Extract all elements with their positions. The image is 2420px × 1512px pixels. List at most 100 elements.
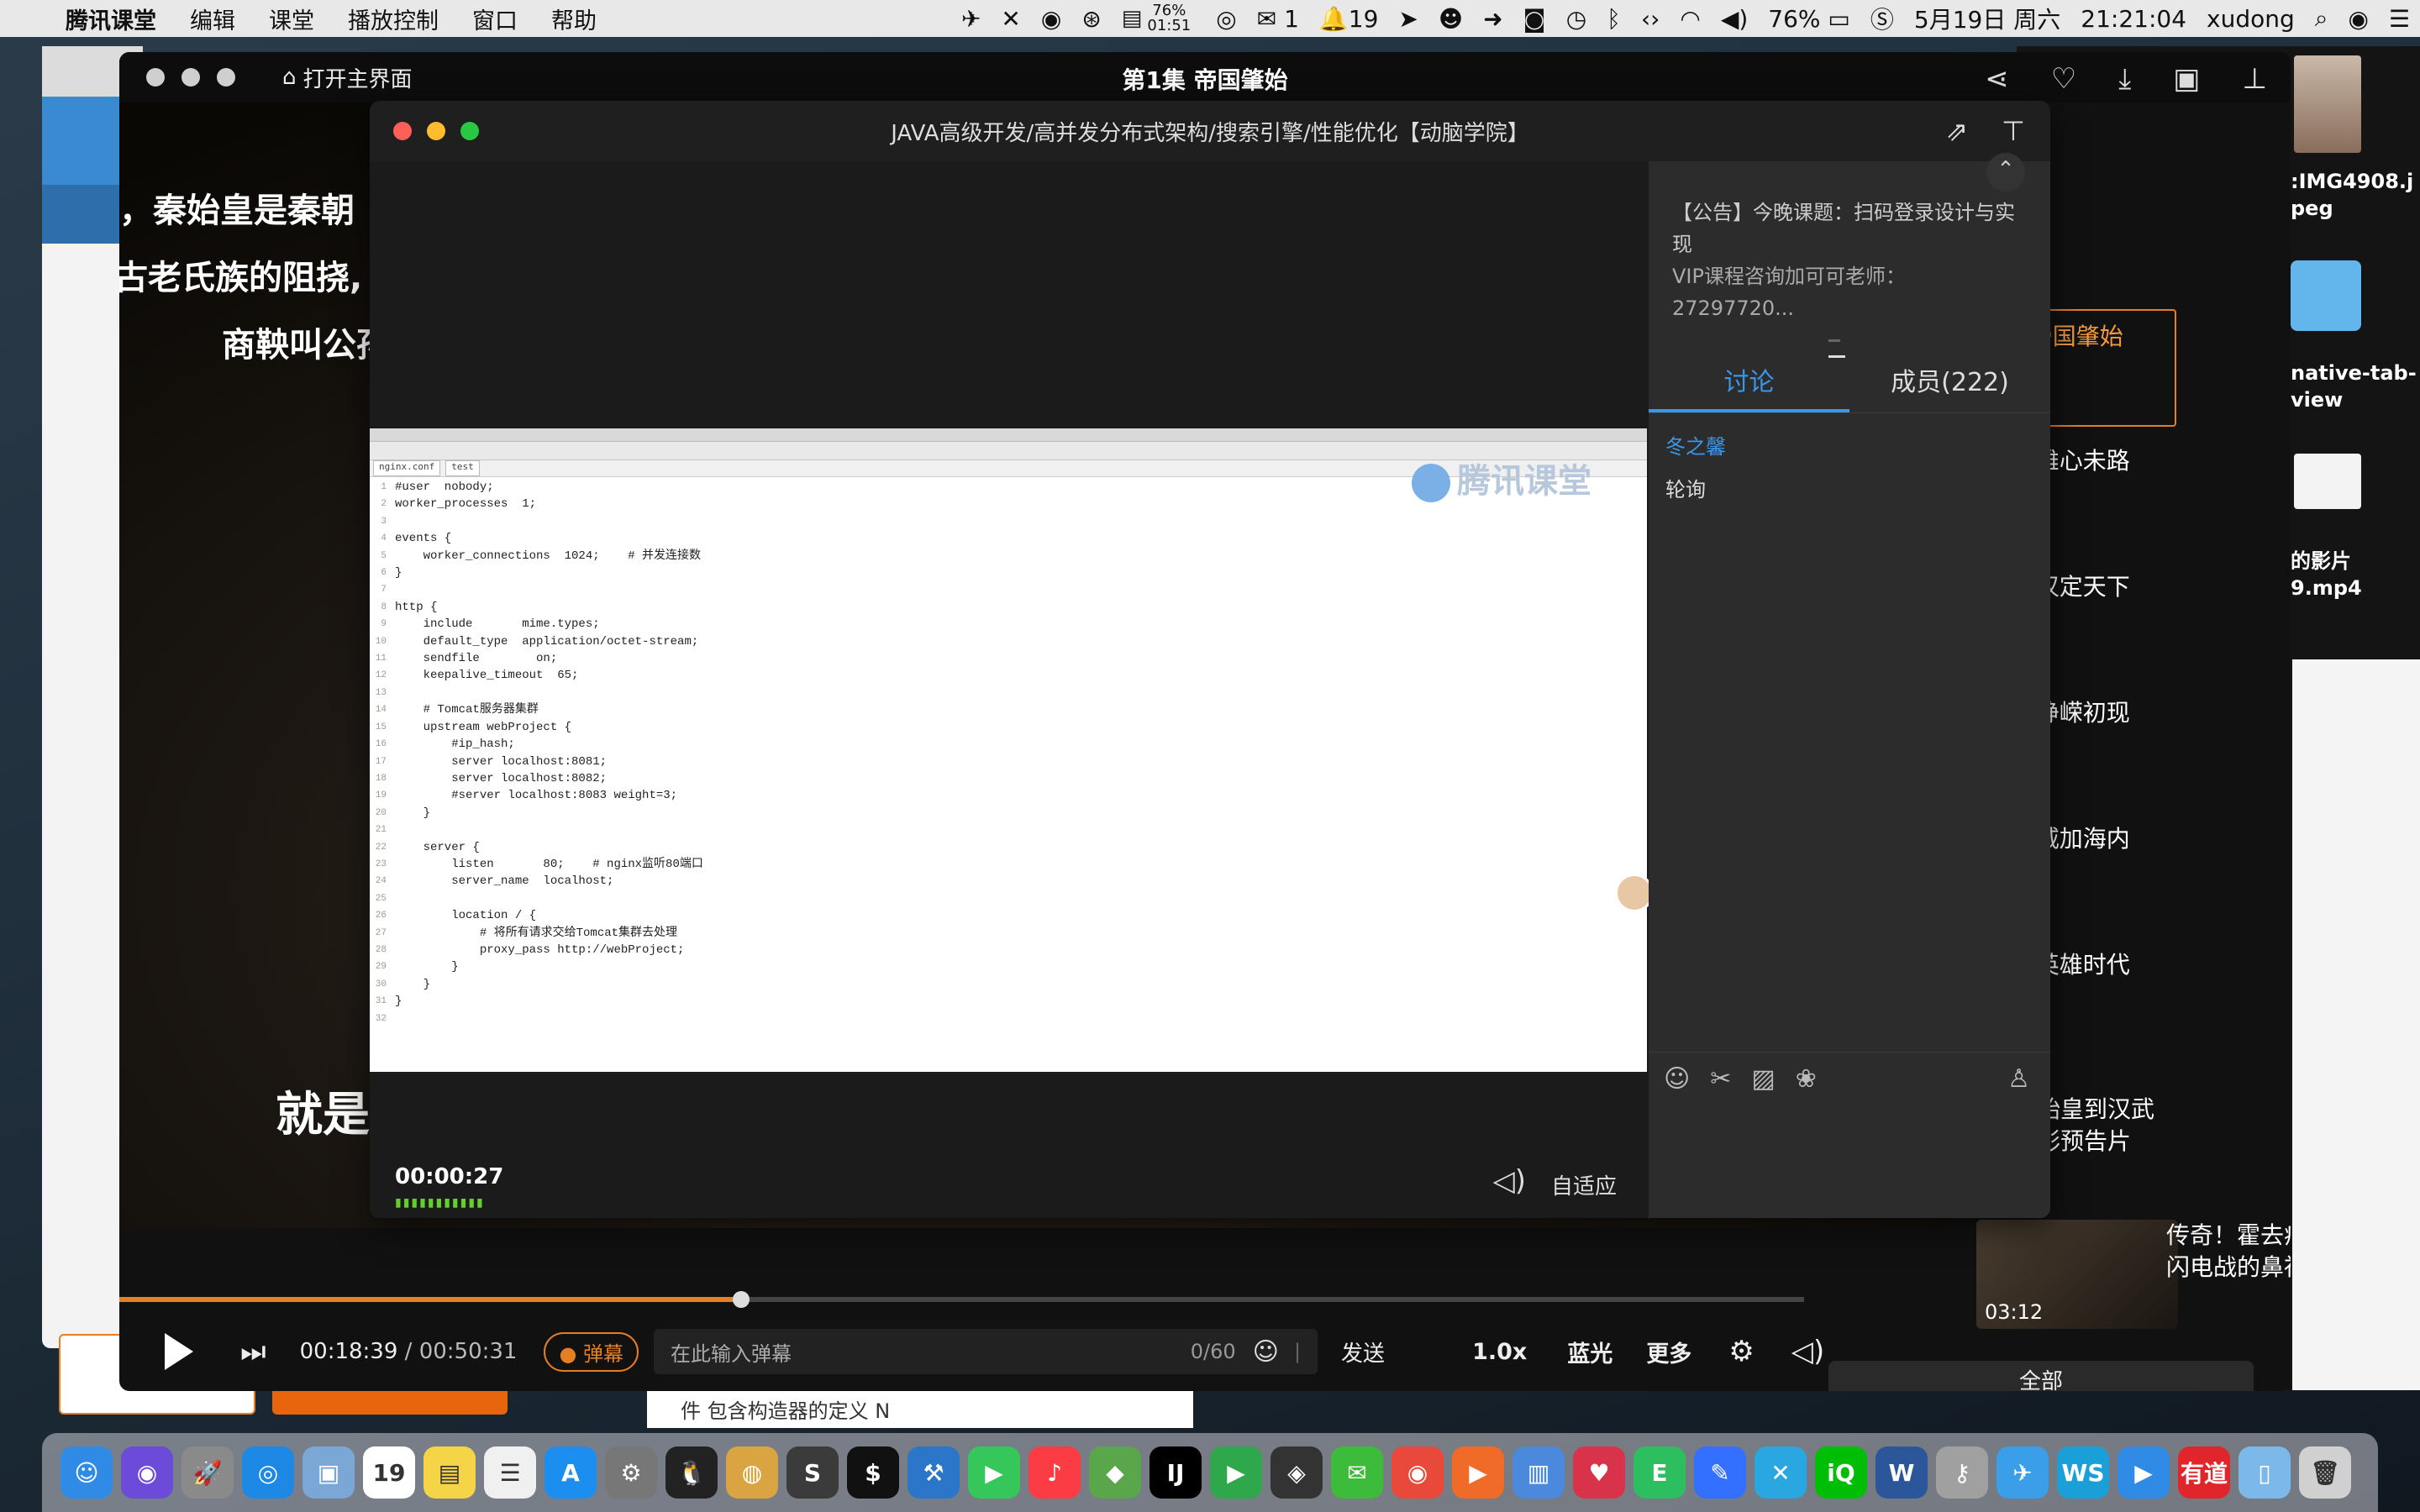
all-episodes-button[interactable]: 全部: [1828, 1361, 2254, 1391]
flower-icon[interactable]: ❀: [1796, 1064, 1817, 1094]
pin-icon[interactable]: ⊥: [2242, 62, 2267, 96]
user-name[interactable]: xudong: [2196, 5, 2305, 33]
live-video-player[interactable]: nginx.conf test 1 #user nobody; 2 worker_pr…: [370, 161, 1649, 1218]
volume-icon[interactable]: ◀): [1711, 5, 1758, 33]
dock-notes-icon[interactable]: ▤: [424, 1446, 476, 1499]
profile-icon[interactable]: ♙: [2007, 1064, 2030, 1094]
dock-feishu-icon[interactable]: ✎: [1694, 1446, 1746, 1499]
pin-window-icon[interactable]: ⊤: [2002, 115, 2025, 147]
dock-word-icon[interactable]: W: [1876, 1446, 1928, 1499]
dock-launchpad-icon[interactable]: 🚀: [182, 1446, 234, 1499]
emoji-icon[interactable]: ☺: [1664, 1064, 1690, 1094]
dock-sublime-icon[interactable]: S: [786, 1446, 839, 1499]
dock-xmind-icon[interactable]: ✕: [1754, 1446, 1807, 1499]
share-out-icon[interactable]: ⇗: [1945, 115, 1968, 147]
desktop-video-thumbnail[interactable]: [2294, 454, 2361, 509]
dock-qq-icon[interactable]: 🐧: [666, 1446, 718, 1499]
dock-terminal-icon[interactable]: $: [847, 1446, 899, 1499]
dock-xcode-icon[interactable]: ⚒: [908, 1446, 960, 1499]
dock-infuse-icon[interactable]: ▶: [1210, 1446, 1262, 1499]
menu-help[interactable]: 帮助: [534, 3, 613, 35]
face-icon[interactable]: ☻: [1428, 5, 1473, 33]
s-icon[interactable]: Ⓢ: [1860, 2, 1904, 35]
download-icon[interactable]: ⤓: [2118, 62, 2131, 96]
notification-center-icon[interactable]: ☰: [2379, 5, 2420, 33]
arrow-icon[interactable]: ➜: [1473, 5, 1512, 33]
qq-bell-icon[interactable]: 🔔19: [1309, 5, 1389, 33]
xcode-status-icon[interactable]: ✕: [991, 5, 1030, 33]
dock-tencent-class-icon[interactable]: ▶: [2118, 1446, 2170, 1499]
siri-icon[interactable]: ◉: [2338, 5, 2378, 33]
bird-icon[interactable]: ✈: [951, 5, 991, 33]
desktop-file-label[interactable]: :IMG4908.j peg: [2291, 168, 2413, 222]
menu-app-name[interactable]: 腾讯课堂: [49, 3, 173, 35]
dock-airmail-icon[interactable]: ✈: [1996, 1446, 2049, 1499]
dock-facetime-icon[interactable]: ▶: [968, 1446, 1020, 1499]
wechat-status-icon[interactable]: ✉ 1: [1247, 5, 1309, 33]
battery-status[interactable]: 76% ▭: [1758, 5, 1860, 33]
menu-edit[interactable]: 编辑: [173, 3, 252, 35]
dock-keychain-icon[interactable]: ⚷: [1936, 1446, 1988, 1499]
announcement-pager[interactable]: [1828, 329, 1862, 358]
evernote-status-icon[interactable]: ⊛: [1071, 5, 1111, 33]
dock-webstorm-icon[interactable]: WS: [2057, 1446, 2109, 1499]
fit-mode-button[interactable]: 自适应: [1551, 1169, 1617, 1200]
tab-discussion[interactable]: 讨论: [1649, 353, 1849, 412]
record-icon[interactable]: ◉: [1031, 5, 1071, 33]
menu-window[interactable]: 窗口: [455, 3, 534, 35]
menu-class[interactable]: 课堂: [252, 3, 331, 35]
dock-wechat-icon[interactable]: ✉: [1331, 1446, 1383, 1499]
time-machine-icon[interactable]: ◷: [1556, 5, 1597, 33]
dock-evernote-icon[interactable]: E: [1634, 1446, 1686, 1499]
dock-downloads-icon[interactable]: ▯: [2238, 1446, 2291, 1499]
bluetooth-icon[interactable]: ᛒ: [1597, 5, 1631, 33]
dock-reminders-icon[interactable]: ☰: [484, 1446, 536, 1499]
dock-youdao-icon[interactable]: 有道: [2178, 1446, 2230, 1499]
volume-speaker-icon[interactable]: ◁): [1791, 1335, 1824, 1368]
favorite-icon[interactable]: ♡: [2051, 62, 2076, 96]
dock-preview-icon[interactable]: ▣: [302, 1446, 355, 1499]
image-icon[interactable]: ▨: [1751, 1064, 1775, 1094]
danmu-input[interactable]: 在此输入弹幕 0/60 ☺ |: [654, 1329, 1318, 1374]
more-button[interactable]: 更多: [1646, 1336, 1691, 1368]
dock-trash-icon[interactable]: 🗑: [2299, 1446, 2351, 1499]
dock-sequel-icon[interactable]: ◍: [726, 1446, 778, 1499]
desktop-folder-icon[interactable]: [2291, 260, 2361, 331]
dock-tencent-video-icon[interactable]: ▶: [1452, 1446, 1504, 1499]
scissors-icon[interactable]: ✂: [1710, 1064, 1731, 1094]
dock-music-icon[interactable]: ♪: [1028, 1446, 1081, 1499]
chat-username[interactable]: 冬之馨: [1665, 430, 1726, 459]
speed-button[interactable]: 1.0x: [1472, 1339, 1527, 1365]
desktop-image-thumbnail[interactable]: [2294, 55, 2361, 153]
dock-android-icon[interactable]: ◆: [1089, 1446, 1141, 1499]
dock-safari-icon[interactable]: ◎: [242, 1446, 294, 1499]
dock-calendar-icon[interactable]: 19: [363, 1446, 415, 1499]
dock-siri-icon[interactable]: ◉: [121, 1446, 173, 1499]
dock-finder-icon[interactable]: ☺: [60, 1446, 113, 1499]
emoji-icon[interactable]: ☺: [1253, 1337, 1279, 1367]
dock-appstore-icon[interactable]: A: [544, 1446, 597, 1499]
cpu-monitor[interactable]: ▤ 76% 01:51: [1112, 3, 1206, 34]
dock-finder2-icon[interactable]: ▥: [1512, 1446, 1565, 1499]
dock-iqiyi-icon[interactable]: iQ: [1815, 1446, 1867, 1499]
mic-icon[interactable]: ◙: [1513, 5, 1556, 33]
date-label[interactable]: 5月19日 周六: [1904, 2, 2070, 35]
send-danmu-button[interactable]: 发送: [1341, 1336, 1385, 1368]
seek-handle[interactable]: [732, 1291, 750, 1308]
code-icon[interactable]: ‹›: [1631, 5, 1670, 33]
quality-button[interactable]: 蓝光: [1567, 1336, 1612, 1368]
share-icon[interactable]: ⋖: [1985, 62, 2009, 96]
collapse-chevron-icon[interactable]: ⌃: [1986, 153, 2025, 192]
qq-status-icon[interactable]: ◎: [1206, 5, 1246, 33]
desktop-folder-label[interactable]: native-tab-view: [2291, 360, 2417, 413]
menu-playback[interactable]: 播放控制: [331, 3, 455, 35]
desktop-video-label[interactable]: 的影片 9.mp4: [2291, 548, 2362, 601]
dock-lips-icon[interactable]: ♥: [1573, 1446, 1625, 1499]
wifi-icon[interactable]: ◠: [1670, 5, 1710, 33]
settings-gear-icon[interactable]: ⚙: [1728, 1335, 1754, 1368]
live-volume-icon[interactable]: ◁): [1493, 1164, 1526, 1198]
seek-bar[interactable]: [119, 1291, 1804, 1308]
spotlight-search-icon[interactable]: ⌕: [2305, 4, 2338, 33]
dock-chrome-icon[interactable]: ◉: [1392, 1446, 1444, 1499]
dock-preferences-icon[interactable]: ⚙: [605, 1446, 657, 1499]
